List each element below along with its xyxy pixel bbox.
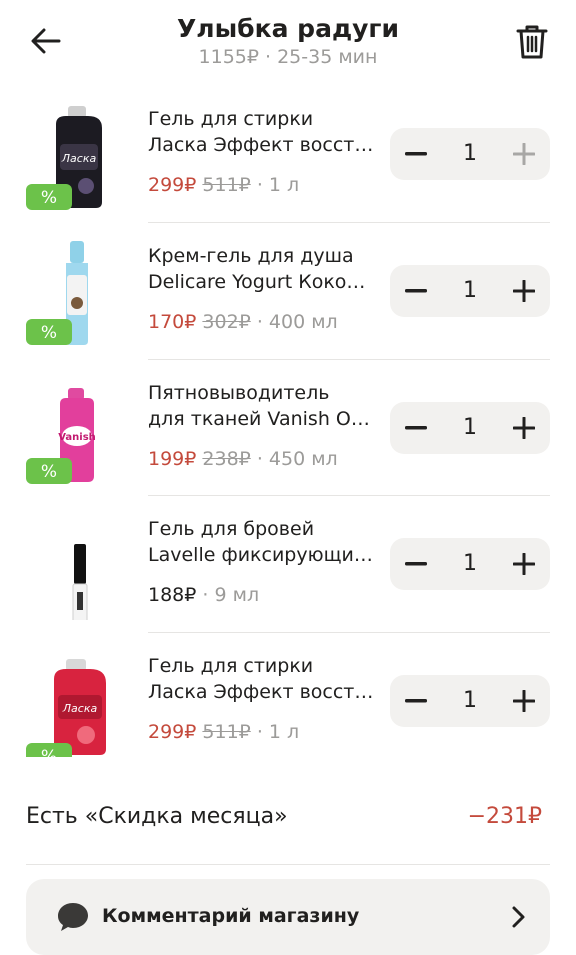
store-comment-button[interactable]: Комментарий магазину: [26, 879, 550, 955]
price: 188₽: [148, 584, 197, 606]
cart-item: Vanish % Пятновыводитель для тканей Vani…: [0, 360, 576, 497]
price-line: 170₽ 302₽ · 400 мл: [148, 311, 338, 333]
product-image: Vanish %: [26, 388, 96, 484]
volume: · 1 л: [256, 174, 300, 196]
increase-button[interactable]: [498, 265, 550, 317]
svg-text:Vanish: Vanish: [58, 432, 96, 443]
quantity-stepper: 1: [390, 675, 550, 727]
price-line: 188₽ · 9 мл: [148, 584, 259, 606]
quantity-stepper: 1: [390, 128, 550, 180]
price-line: 299₽ 511₽ · 1 л: [148, 721, 299, 743]
discount-badge: %: [26, 743, 72, 757]
price: 299₽: [148, 721, 197, 743]
order-summary: 1155₽ · 25-35 мин: [198, 46, 378, 68]
quantity-value: 1: [463, 551, 477, 576]
increase-button[interactable]: [498, 675, 550, 727]
old-price: 511₽: [202, 721, 251, 743]
svg-text:Ласка: Ласка: [62, 702, 98, 715]
increase-button[interactable]: [498, 538, 550, 590]
product-image: Ласка %: [26, 659, 106, 757]
product-image: %: [26, 241, 88, 345]
clear-cart-button[interactable]: [512, 22, 552, 62]
cart-item: Ласка % Гель для стирки Ласка Эффект вос…: [0, 86, 576, 223]
minus-icon: [405, 699, 427, 703]
product-image: [72, 544, 88, 620]
speech-bubble-icon: [58, 903, 88, 931]
discount-row: Есть «Скидка месяца» −231₽: [0, 796, 576, 842]
old-price: 238₽: [202, 448, 251, 470]
product-name[interactable]: Крем-гель для душа Delicare Yogurt Коко…: [148, 243, 374, 295]
cart-item: Гель для бровей Lavelle фиксирующи… 188₽…: [0, 496, 576, 633]
increase-button[interactable]: [498, 402, 550, 454]
cart-item: % Крем-гель для душа Delicare Yogurt Кок…: [0, 223, 576, 360]
minus-icon: [405, 562, 427, 566]
decrease-button[interactable]: [390, 402, 442, 454]
quantity-value: 1: [463, 141, 477, 166]
divider: [26, 864, 550, 865]
plus-icon: [513, 143, 535, 165]
plus-icon: [513, 690, 535, 712]
svg-text:%: %: [41, 188, 57, 208]
volume: · 9 мл: [202, 584, 260, 606]
volume: · 450 мл: [256, 448, 338, 470]
discount-label: Есть «Скидка месяца»: [26, 804, 288, 829]
chevron-right-icon: [512, 906, 525, 928]
increase-button[interactable]: [498, 128, 550, 180]
discount-amount: −231₽: [467, 804, 542, 829]
minus-icon: [405, 152, 427, 156]
product-name[interactable]: Гель для бровей Lavelle фиксирующи…: [148, 516, 374, 568]
cart-item: Ласка % Гель для стирки Ласка Эффект вос…: [0, 633, 576, 770]
trash-icon: [516, 25, 548, 59]
plus-icon: [513, 417, 535, 439]
price: 299₽: [148, 174, 197, 196]
old-price: 511₽: [202, 174, 251, 196]
store-title: Улыбка радуги: [176, 14, 400, 43]
svg-text:Ласка: Ласка: [61, 152, 97, 165]
product-name[interactable]: Пятновыводитель для тканей Vanish О…: [148, 380, 374, 432]
price: 199₽: [148, 448, 197, 470]
quantity-stepper: 1: [390, 265, 550, 317]
decrease-button[interactable]: [390, 128, 442, 180]
old-price: 302₽: [202, 311, 251, 333]
minus-icon: [405, 426, 427, 430]
header: Улыбка радуги 1155₽ · 25-35 мин: [0, 0, 576, 82]
discount-badge: %: [26, 184, 72, 210]
product-name[interactable]: Гель для стирки Ласка Эффект восст…: [148, 106, 374, 158]
discount-badge: %: [26, 458, 72, 484]
plus-icon: [513, 280, 535, 302]
price-line: 299₽ 511₽ · 1 л: [148, 174, 299, 196]
product-image: Ласка %: [26, 106, 102, 210]
svg-text:%: %: [41, 747, 57, 757]
quantity-value: 1: [463, 688, 477, 713]
volume: · 400 мл: [256, 311, 338, 333]
plus-icon: [513, 553, 535, 575]
price: 170₽: [148, 311, 197, 333]
quantity-stepper: 1: [390, 402, 550, 454]
minus-icon: [405, 289, 427, 293]
quantity-stepper: 1: [390, 538, 550, 590]
product-name[interactable]: Гель для стирки Ласка Эффект восст…: [148, 653, 374, 705]
decrease-button[interactable]: [390, 265, 442, 317]
quantity-value: 1: [463, 278, 477, 303]
comment-label: Комментарий магазину: [102, 905, 360, 927]
decrease-button[interactable]: [390, 538, 442, 590]
quantity-value: 1: [463, 415, 477, 440]
svg-text:%: %: [41, 323, 57, 343]
volume: · 1 л: [256, 721, 300, 743]
svg-text:%: %: [41, 462, 57, 482]
decrease-button[interactable]: [390, 675, 442, 727]
discount-badge: %: [26, 319, 72, 345]
price-line: 199₽ 238₽ · 450 мл: [148, 448, 338, 470]
